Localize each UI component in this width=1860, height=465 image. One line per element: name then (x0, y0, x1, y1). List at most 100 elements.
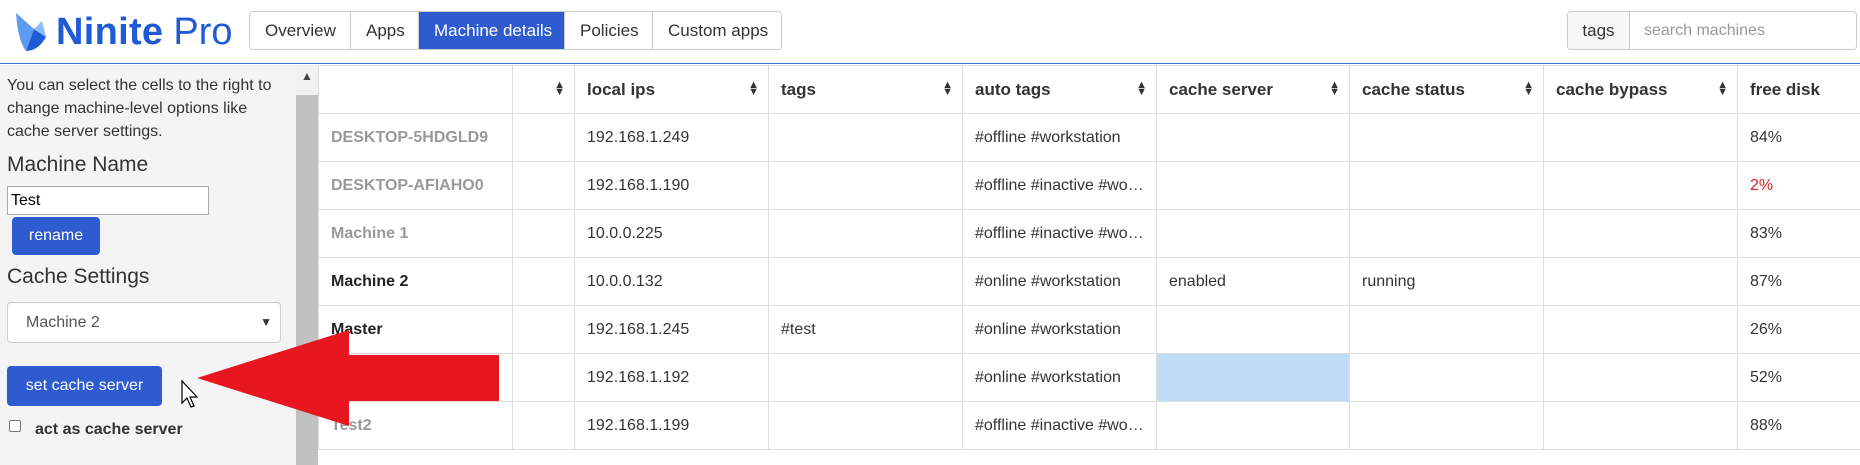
machine-name-cell[interactable]: DESKTOP-AFIAHO0 (318, 161, 513, 210)
table-row[interactable]: DESKTOP-5HDGLD9 192.168.1.249 #offline #… (318, 113, 1860, 162)
cache-server-cell-selected[interactable] (1156, 353, 1350, 402)
column-header-free-disk[interactable]: free disk (1737, 65, 1860, 114)
local-ip-cell[interactable]: 192.168.1.245 (574, 305, 769, 354)
act-as-cache-checkbox[interactable] (9, 420, 21, 432)
column-header-cache-server[interactable]: cache server ▲ ▼ (1156, 65, 1350, 114)
auto-tags-cell[interactable]: #offline #inactive #workstation (962, 161, 1157, 210)
scroll-up-arrow-icon[interactable]: ▲ (296, 65, 318, 95)
local-ip-cell[interactable]: 10.0.0.132 (574, 257, 769, 306)
sort-icon[interactable]: ▲ ▼ (942, 80, 953, 98)
tab-overview[interactable]: Overview (250, 12, 351, 49)
cache-status-cell[interactable] (1349, 161, 1544, 210)
ninite-logo-icon (16, 13, 46, 51)
table-row[interactable]: Test2 192.168.1.199 #offline #inactive #… (318, 401, 1860, 450)
machines-table-container: ▲ ▼ local ips ▲ ▼ tags ▲ ▼ auto tags ▲ ▼ cache … (318, 65, 1860, 465)
auto-tags-cell[interactable]: #offline #workstation (962, 113, 1157, 162)
column-header-cache-bypass[interactable]: cache bypass ▲ ▼ (1543, 65, 1738, 114)
sort-icon[interactable]: ▲ ▼ (748, 80, 759, 98)
cache-server-cell[interactable]: enabled (1156, 257, 1350, 306)
status-cell[interactable] (512, 401, 575, 450)
table-row[interactable]: Machine 1 10.0.0.225 #offline #inactive … (318, 209, 1860, 258)
machine-search: tags (1567, 11, 1857, 50)
sort-icon[interactable]: ▲ ▼ (1136, 80, 1147, 98)
cache-bypass-cell[interactable] (1543, 305, 1738, 354)
sort-icon[interactable]: ▲ ▼ (1717, 80, 1728, 98)
status-cell[interactable] (512, 353, 575, 402)
cache-server-cell[interactable] (1156, 209, 1350, 258)
tab-machine-details[interactable]: Machine details (419, 12, 565, 49)
sort-icon[interactable]: ▲ ▼ (1329, 80, 1340, 98)
rename-button[interactable]: rename (12, 217, 100, 255)
cache-bypass-cell[interactable] (1543, 257, 1738, 306)
auto-tags-cell[interactable]: #online #workstation (962, 353, 1157, 402)
cache-status-cell[interactable] (1349, 401, 1544, 450)
cache-server-cell[interactable] (1156, 305, 1350, 354)
auto-tags-cell[interactable]: #offline #inactive #workstation (962, 209, 1157, 258)
table-row[interactable]: DESKTOP-AFIAHO0 192.168.1.190 #offline #… (318, 161, 1860, 210)
cache-server-cell[interactable] (1156, 161, 1350, 210)
cache-status-cell[interactable] (1349, 209, 1544, 258)
tags-cell[interactable] (768, 353, 963, 402)
status-cell[interactable] (512, 305, 575, 354)
column-header-tags[interactable]: tags ▲ ▼ (768, 65, 963, 114)
status-cell[interactable] (512, 209, 575, 258)
local-ip-cell[interactable]: 192.168.1.199 (574, 401, 769, 450)
column-header-local-ips[interactable]: local ips ▲ ▼ (574, 65, 769, 114)
cache-status-cell[interactable]: running (1349, 257, 1544, 306)
machine-name-cell[interactable]: Machine 2 (318, 257, 513, 306)
tags-cell[interactable] (768, 401, 963, 450)
sort-icon[interactable]: ▲ ▼ (1523, 80, 1534, 98)
auto-tags-cell[interactable]: #online #workstation (962, 257, 1157, 306)
cache-server-cell[interactable] (1156, 113, 1350, 162)
tags-cell[interactable] (768, 161, 963, 210)
table-row[interactable]: Machine 2 10.0.0.132 #online #workstatio… (318, 257, 1860, 306)
tab-custom-apps[interactable]: Custom apps (653, 12, 781, 49)
column-header-auto-tags[interactable]: auto tags ▲ ▼ (962, 65, 1157, 114)
table-row[interactable]: Master 192.168.1.245 #test #online #work… (318, 305, 1860, 354)
status-cell[interactable] (512, 161, 575, 210)
cache-bypass-cell[interactable] (1543, 401, 1738, 450)
set-cache-server-button[interactable]: set cache server (7, 366, 162, 406)
local-ip-cell[interactable]: 192.168.1.192 (574, 353, 769, 402)
tags-cell[interactable] (768, 113, 963, 162)
cache-status-cell[interactable] (1349, 353, 1544, 402)
search-tags-button[interactable]: tags (1568, 12, 1630, 49)
cache-server-select-value: Machine 2 (26, 314, 100, 331)
cache-status-cell[interactable] (1349, 305, 1544, 354)
local-ip-cell[interactable]: 192.168.1.249 (574, 113, 769, 162)
ninite-pro-logo[interactable]: Ninite Pro (12, 8, 233, 56)
free-disk-cell[interactable]: 52% (1737, 353, 1860, 402)
status-cell[interactable] (512, 113, 575, 162)
cache-bypass-cell[interactable] (1543, 113, 1738, 162)
column-header-name[interactable] (318, 65, 513, 114)
column-header-status[interactable]: ▲ ▼ (512, 65, 575, 114)
column-header-cache-status[interactable]: cache status ▲ ▼ (1349, 65, 1544, 114)
cache-bypass-cell[interactable] (1543, 353, 1738, 402)
status-cell[interactable] (512, 257, 575, 306)
free-disk-cell[interactable]: 88% (1737, 401, 1860, 450)
cache-bypass-cell[interactable] (1543, 209, 1738, 258)
tab-policies[interactable]: Policies (565, 12, 653, 49)
free-disk-cell[interactable]: 87% (1737, 257, 1860, 306)
free-disk-cell[interactable]: 83% (1737, 209, 1860, 258)
free-disk-cell[interactable]: 84% (1737, 113, 1860, 162)
auto-tags-cell[interactable]: #online #workstation (962, 305, 1157, 354)
cache-server-cell[interactable] (1156, 401, 1350, 450)
free-disk-cell[interactable]: 26% (1737, 305, 1860, 354)
tags-cell[interactable]: #test (768, 305, 963, 354)
machine-name-cell[interactable]: DESKTOP-5HDGLD9 (318, 113, 513, 162)
tags-cell[interactable] (768, 257, 963, 306)
free-disk-cell[interactable]: 2% (1737, 161, 1860, 210)
local-ip-cell[interactable]: 10.0.0.225 (574, 209, 769, 258)
tab-apps[interactable]: Apps (351, 12, 419, 49)
cache-status-cell[interactable] (1349, 113, 1544, 162)
local-ip-cell[interactable]: 192.168.1.190 (574, 161, 769, 210)
cache-bypass-cell[interactable] (1543, 161, 1738, 210)
sort-icon[interactable]: ▲ ▼ (554, 80, 565, 98)
table-row[interactable]: 192.168.1.192 #online #workstation 52% (318, 353, 1860, 402)
machine-name-field[interactable] (7, 186, 209, 215)
tags-cell[interactable] (768, 209, 963, 258)
machine-name-cell[interactable]: Machine 1 (318, 209, 513, 258)
search-input[interactable] (1630, 12, 1856, 49)
auto-tags-cell[interactable]: #offline #inactive #workstation (962, 401, 1157, 450)
